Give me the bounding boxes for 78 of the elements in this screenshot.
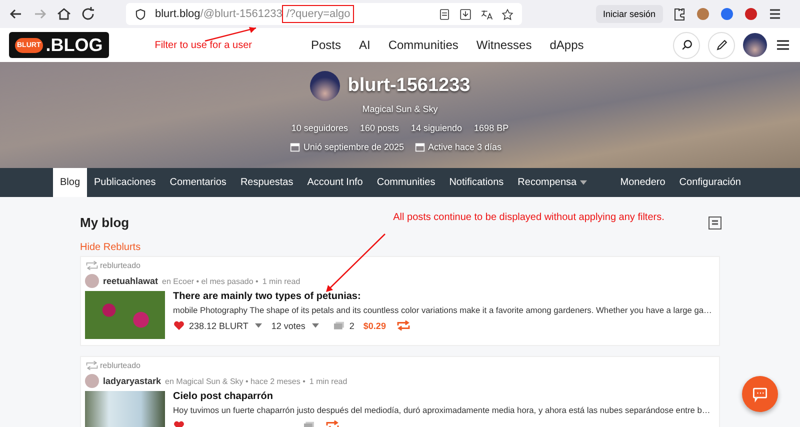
annotation-text: Filter to use for a user — [154, 40, 252, 50]
download-icon[interactable] — [459, 8, 472, 20]
profile-tab[interactable]: Communities — [370, 168, 442, 197]
comment-count: 2 — [349, 320, 354, 330]
repost-icon — [85, 260, 99, 271]
joined-date: Unió septiembre de 2025 — [303, 142, 404, 152]
post-excerpt: mobile Photography The shape of its petals and its countless color variations make it a favorite among gardeners. Whether you have a large ga… — [173, 305, 712, 315]
calendar-icon — [415, 142, 426, 152]
profile-tab[interactable]: Publicaciones — [87, 168, 163, 197]
profile-tab[interactable]: Respuestas — [233, 168, 300, 197]
translate-icon[interactable] — [480, 8, 493, 20]
profile-avatar — [310, 71, 340, 101]
star-icon[interactable] — [501, 8, 514, 20]
profile-stat[interactable]: 1698 BP — [474, 123, 509, 133]
reblog-label: reblurteado — [100, 261, 140, 270]
profile-tab[interactable]: Blog — [53, 168, 88, 197]
layout-toggle-icon[interactable] — [708, 216, 722, 230]
extension-icon[interactable] — [718, 6, 735, 22]
reload-icon[interactable] — [80, 6, 96, 22]
annotation-arrow — [326, 234, 386, 292]
post-meta: en Magical Sun & Sky • hace 2 meses • — [165, 376, 306, 386]
calendar-icon — [290, 142, 300, 152]
profile-tab[interactable]: Recompensa — [510, 168, 594, 197]
author-link[interactable]: ladyaryastark — [103, 376, 162, 386]
extension-icon[interactable] — [742, 6, 759, 22]
edit-button[interactable] — [708, 32, 735, 58]
votes-dropdown[interactable]: 12 votes — [271, 320, 306, 330]
nav-link[interactable]: Witnesses — [476, 38, 532, 52]
url-query-highlight: /?query=algo — [282, 5, 354, 23]
caret-icon[interactable] — [255, 323, 262, 328]
shield-icon — [134, 8, 147, 20]
profile-stat[interactable]: 14 siguiendo — [411, 123, 462, 133]
profile-stat[interactable]: 160 posts — [360, 123, 399, 133]
nav-link[interactable]: dApps — [550, 38, 584, 52]
author-link[interactable]: reetuahlawat — [103, 276, 158, 286]
post-title[interactable]: Cielo post chaparrón — [173, 391, 710, 402]
profile-tab[interactable]: Comentarios — [162, 168, 234, 197]
annotation-text: All posts continue to be displayed without applying any filters. — [393, 212, 664, 223]
search-icon — [680, 38, 694, 52]
url-text: blurt.blog/@blurt-1561233 — [155, 8, 282, 20]
search-button[interactable] — [673, 32, 700, 58]
sign-in-button[interactable]: Iniciar sesión — [596, 5, 663, 23]
annotation-arrow — [204, 27, 256, 42]
nav-link[interactable]: Posts — [310, 38, 341, 52]
profile-name: blurt-1561233 — [348, 75, 470, 97]
repost-icon — [85, 360, 99, 371]
logo-text: .BLOG — [46, 34, 103, 56]
read-time: 1 min read — [309, 376, 348, 386]
last-active: Active hace 3 días — [428, 142, 502, 152]
nav-link[interactable]: Communities — [388, 38, 458, 52]
caret-icon[interactable] — [312, 323, 320, 328]
payout-amount: 238.12 BLURT — [189, 320, 248, 330]
address-bar[interactable]: blurt.blog/@blurt-1561233 /?query=algo — [126, 3, 522, 25]
pencil-icon — [714, 38, 728, 52]
profile-tab[interactable]: Notifications — [442, 168, 511, 197]
profile-tab[interactable]: Account Info — [300, 168, 370, 197]
reblog-label: reblurteado — [100, 361, 140, 370]
home-icon[interactable] — [56, 6, 72, 22]
profile-tab[interactable]: Configuración — [672, 168, 748, 197]
profile-tab[interactable]: Monedero — [613, 168, 672, 197]
post-meta: en Ecoer • el mes pasado • — [162, 276, 258, 286]
user-avatar[interactable] — [743, 33, 767, 57]
chat-icon — [751, 385, 769, 403]
blog-title: My blog — [80, 215, 130, 230]
pending-payout: $0.29 — [363, 320, 386, 330]
photo-placeholder[interactable] — [85, 391, 165, 427]
reader-icon[interactable] — [438, 8, 451, 20]
nav-link[interactable]: AI — [359, 38, 370, 52]
chat-button[interactable] — [742, 376, 778, 412]
author-avatar — [85, 274, 99, 288]
post-title[interactable]: There are mainly two types of petunias: — [173, 291, 712, 302]
post-excerpt: Hoy tuvimos un fuerte chaparrón justo después del mediodía, duró aproximadamente media hora, y ahora está las nubes separándose entre b… — [173, 405, 710, 415]
reblog-icon[interactable] — [396, 320, 411, 331]
heart-icon[interactable] — [173, 320, 185, 331]
profile-stat[interactable]: 10 seguidores — [291, 123, 348, 133]
read-time: 1 min read — [262, 276, 300, 286]
profile-tagline: Magical Sun & Sky — [362, 104, 438, 114]
author-avatar — [85, 374, 99, 388]
